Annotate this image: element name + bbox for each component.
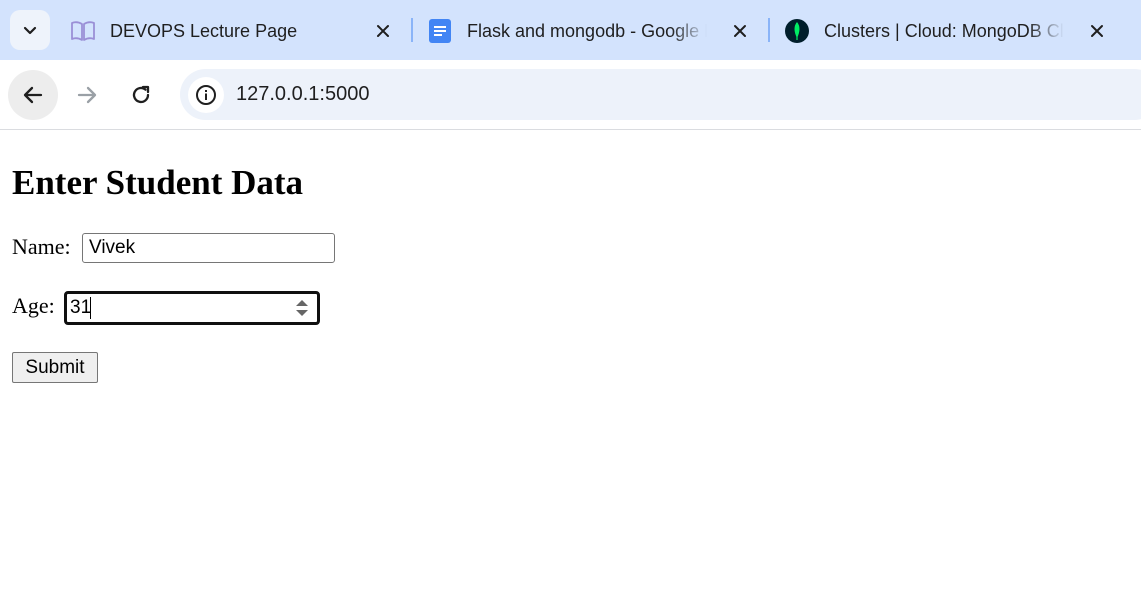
page-title: Enter Student Data [12, 163, 304, 202]
forward-button[interactable] [62, 70, 112, 120]
reload-button[interactable] [116, 70, 166, 120]
close-icon[interactable] [727, 18, 753, 44]
book-icon [70, 18, 96, 44]
age-input-wrapper[interactable] [64, 291, 320, 325]
site-info-icon[interactable] [188, 77, 224, 113]
address-bar[interactable]: 127.0.0.1:5000 [180, 69, 1141, 120]
name-input[interactable] [82, 233, 335, 263]
tab-flask-mongodb[interactable]: Flask and mongodb - Google Docs [427, 8, 753, 54]
back-button[interactable] [8, 70, 58, 120]
browser-toolbar: 127.0.0.1:5000 [0, 60, 1141, 130]
tab-title: Flask and mongodb - Google Docs [467, 20, 707, 41]
tab-devops-lecture[interactable]: DEVOPS Lecture Page [70, 8, 396, 54]
tab-title: Clusters | Cloud: MongoDB Cloud [824, 20, 1064, 41]
mongodb-leaf-icon [784, 18, 810, 44]
tab-separator [411, 18, 413, 42]
tab-strip: DEVOPS Lecture Page Flask and mongodb - … [0, 0, 1141, 60]
text-caret [90, 297, 91, 319]
close-icon[interactable] [1084, 18, 1110, 44]
tab-separator [768, 18, 770, 42]
arrow-left-icon [23, 86, 43, 104]
reload-icon [132, 85, 150, 104]
number-spinner-icon[interactable] [293, 297, 311, 319]
google-docs-icon [427, 18, 453, 44]
tab-title: DEVOPS Lecture Page [110, 20, 298, 41]
submit-button[interactable]: Submit [12, 352, 98, 383]
arrow-right-icon [77, 86, 97, 104]
age-label: Age: [12, 293, 55, 318]
tab-mongodb-clusters[interactable]: Clusters | Cloud: MongoDB Cloud [784, 8, 1110, 54]
close-icon[interactable] [370, 18, 396, 44]
tab-search-button[interactable] [10, 10, 50, 50]
name-label: Name: [12, 234, 71, 259]
age-input[interactable] [70, 295, 270, 321]
page-content: Enter Student Data Name: Age: Submit [0, 130, 1141, 608]
url-text: 127.0.0.1:5000 [236, 83, 370, 105]
chevron-down-icon [23, 26, 37, 35]
